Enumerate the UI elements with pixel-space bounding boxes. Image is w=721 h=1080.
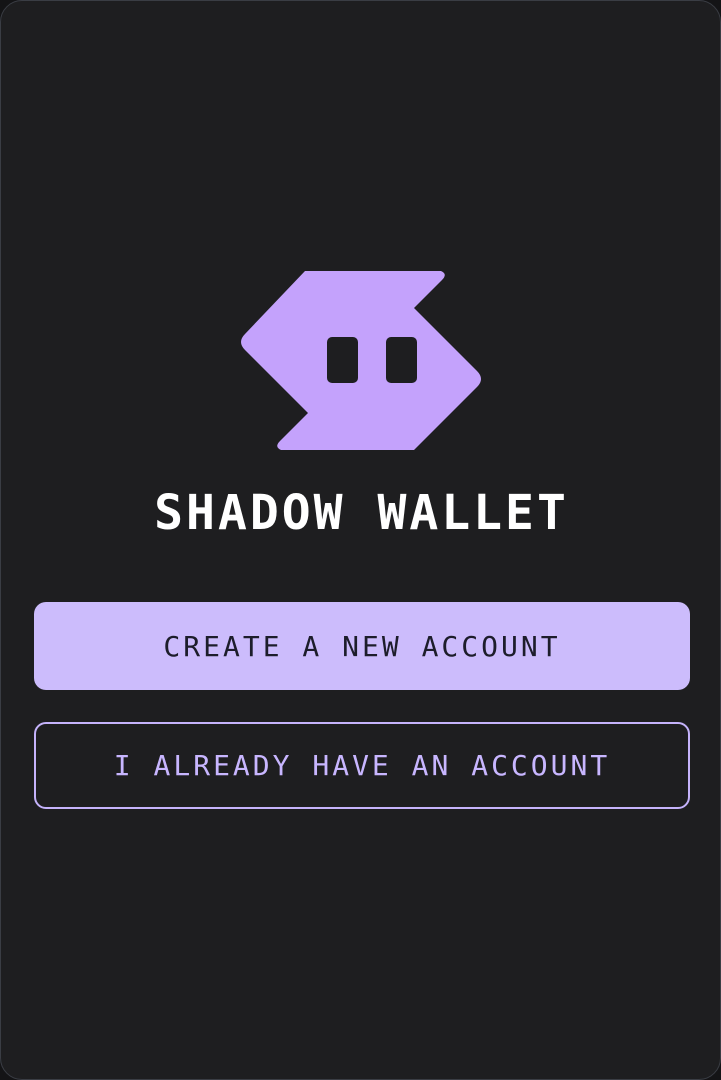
existing-account-label: I ALREADY HAVE AN ACCOUNT xyxy=(113,749,611,782)
app-title: SHADOW WALLET xyxy=(154,485,569,541)
create-account-button[interactable]: CREATE A NEW ACCOUNT xyxy=(34,602,690,690)
onboarding-screen: SHADOW WALLET CREATE A NEW ACCOUNT I ALR… xyxy=(0,0,721,1080)
existing-account-button[interactable]: I ALREADY HAVE AN ACCOUNT xyxy=(34,722,690,809)
ghost-arrow-logo-icon xyxy=(239,267,485,455)
create-account-label: CREATE A NEW ACCOUNT xyxy=(163,629,561,663)
